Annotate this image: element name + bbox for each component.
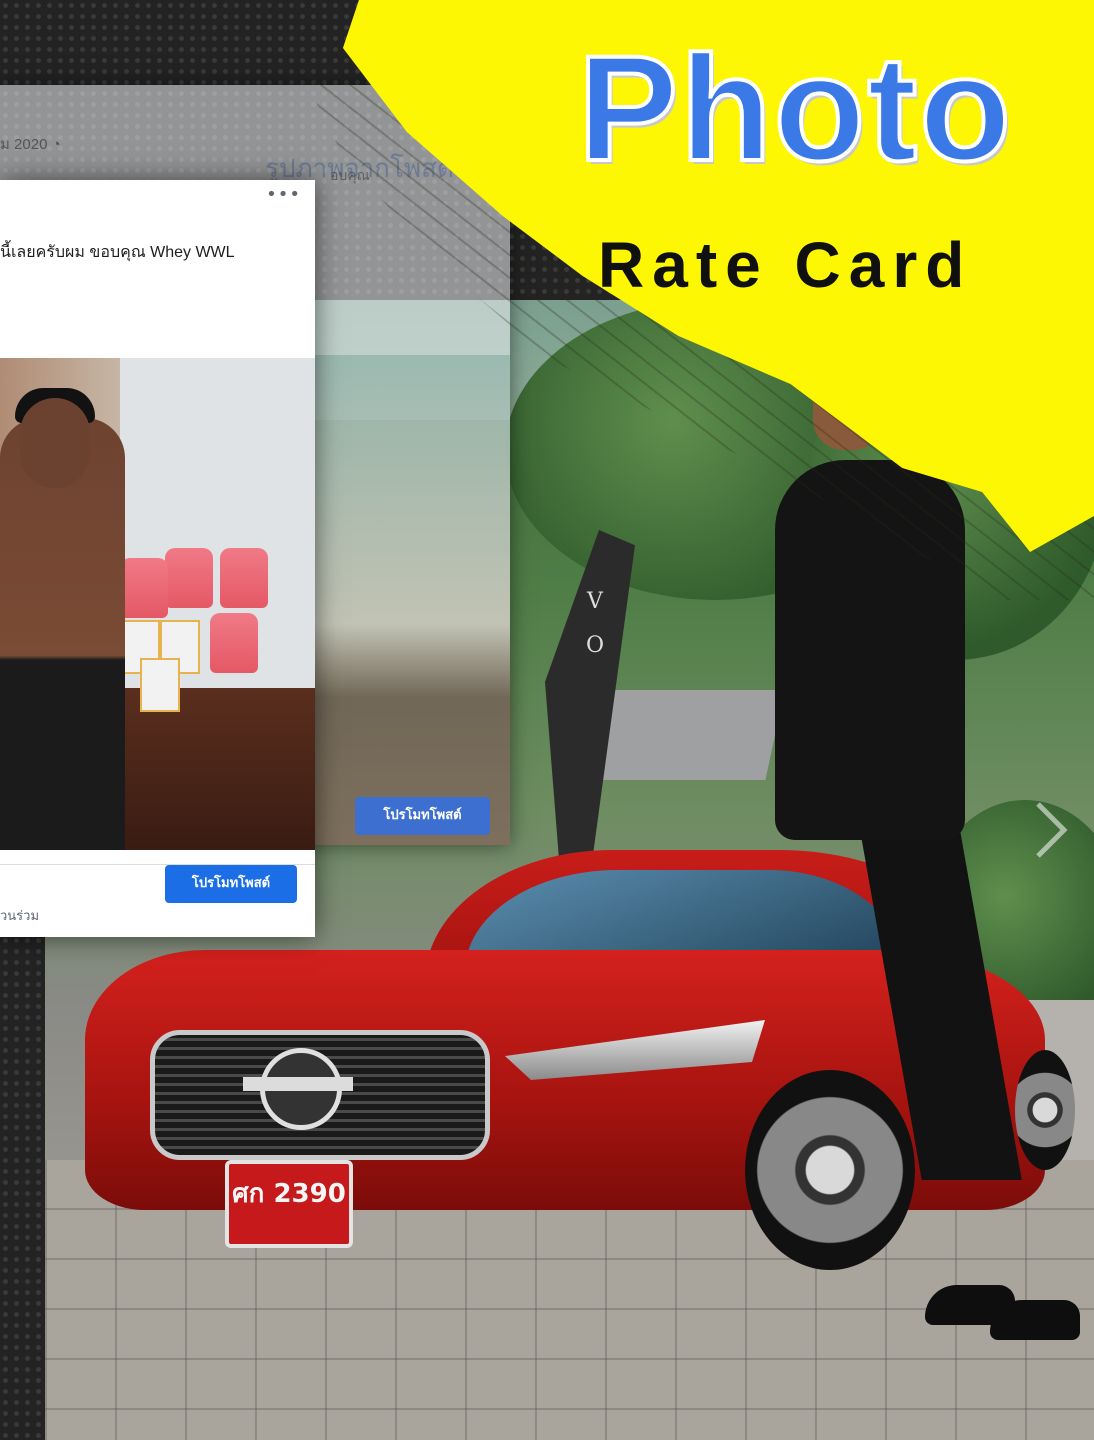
license-plate: ศก 2390 [225, 1160, 353, 1248]
protein-jar [120, 558, 168, 618]
post-photo [0, 358, 315, 850]
supplement-box [140, 658, 180, 712]
protein-jar [220, 548, 268, 608]
globe-icon: ◔ [51, 136, 61, 153]
promote-post-button-back[interactable]: โปรโมทโพสต์ [355, 797, 490, 835]
person-head [20, 398, 90, 488]
protein-jar [210, 613, 258, 673]
shoe [990, 1300, 1080, 1340]
banner-subtitle: Rate Card [598, 229, 973, 301]
car-wheel [1015, 1050, 1075, 1170]
flag-text: V O [585, 589, 605, 658]
chevron-right-icon[interactable] [1030, 800, 1070, 860]
post-caption: นี้เลยครับผม ขอบคุณ Whey WWL [0, 244, 235, 261]
promote-post-button[interactable]: โปรโมทโพสต์ [165, 865, 297, 903]
car-wheel [745, 1070, 915, 1270]
post-photo-back [315, 355, 510, 845]
engagement-text: วนร่วม [0, 908, 40, 923]
facebook-post-front: ••• นี้เลยครับผม ขอบคุณ Whey WWL [0, 180, 315, 937]
more-options-icon[interactable]: ••• [266, 184, 301, 205]
car-logo-bar [243, 1077, 353, 1091]
protein-jar [165, 548, 213, 608]
banner-title: Photo [576, 24, 1013, 192]
post-date: ม 2020 ◔ [0, 136, 61, 153]
